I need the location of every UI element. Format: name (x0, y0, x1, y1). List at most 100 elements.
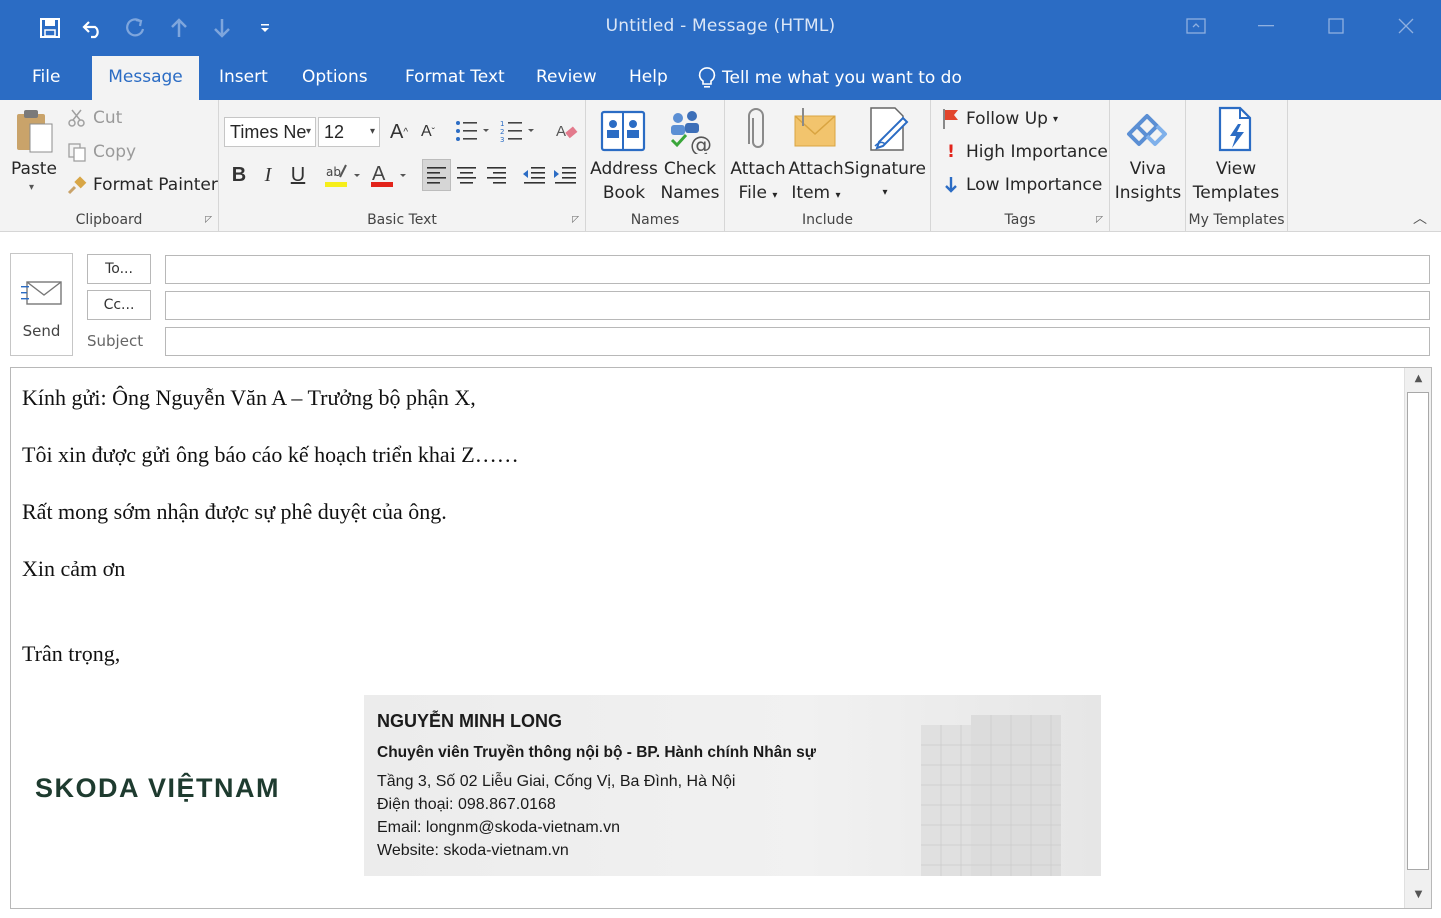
body-paragraph: Xin cảm ơn (22, 556, 126, 581)
paste-dropdown-icon[interactable]: ▾ (29, 182, 34, 193)
include-group: Attach File ▾ Attach Item ▾ Signature ▾ … (725, 100, 931, 232)
cut-button[interactable]: Cut (67, 108, 122, 128)
send-label: Send (22, 322, 61, 340)
body-paragraph: Trân trọng, (22, 641, 121, 666)
italic-button[interactable]: I (254, 161, 282, 189)
font-color-icon[interactable]: A (370, 161, 410, 193)
font-size-combo[interactable]: 12 ▾ (318, 117, 380, 147)
tab-file[interactable]: File (32, 56, 60, 100)
check-names-button[interactable]: Check Names (658, 157, 722, 205)
grow-font-button[interactable]: A ^ (385, 118, 413, 146)
increase-indent-icon[interactable] (552, 160, 579, 194)
body-paragraph: Tôi xin được gửi ông báo cáo kế hoạch tr… (22, 442, 519, 467)
cc-button[interactable]: Cc... (87, 290, 151, 320)
attach-item-line2: Item (791, 183, 831, 203)
high-importance-button[interactable]: ! High Importance (941, 142, 1108, 162)
attach-file-line2: File (738, 183, 767, 203)
ribbon-display-icon[interactable] (1161, 0, 1231, 52)
font-name-value: Times Ne (230, 122, 307, 142)
signature-button[interactable]: Signature ▾ (843, 157, 927, 205)
tab-review[interactable]: Review (536, 56, 597, 100)
copy-icon (68, 143, 86, 162)
format-painter-button[interactable]: Format Painter (67, 175, 218, 195)
to-field[interactable] (165, 255, 1430, 284)
tab-insert[interactable]: Insert (219, 56, 268, 100)
signature-email: Email: longnm@skoda-vietnam.vn (377, 819, 621, 836)
flag-icon (943, 109, 958, 129)
vertical-scrollbar[interactable]: ▲ ▼ (1404, 368, 1431, 908)
address-book-line2: Book (602, 183, 646, 203)
ribbon-tabs: File Message Insert Options Format Text … (0, 56, 1441, 101)
message-body[interactable]: Kính gửi: Ông Nguyễn Văn A – Trưởng bộ p… (10, 367, 1432, 909)
font-dropdown-icon[interactable]: ▾ (306, 118, 311, 146)
bullets-icon[interactable] (455, 119, 491, 147)
low-importance-label: Low Importance (966, 175, 1103, 195)
exclamation-icon: ! (947, 142, 955, 162)
format-painter-label: Format Painter (93, 175, 218, 195)
to-button[interactable]: To... (87, 254, 151, 284)
check-names-icon: @ (666, 108, 714, 158)
svg-text:A: A (372, 163, 386, 185)
signature-website: Website: skoda-vietnam.vn (377, 842, 569, 859)
clear-formatting-icon[interactable]: A (555, 119, 579, 147)
viva-group: Viva Insights (1110, 100, 1186, 232)
bold-button[interactable]: B (225, 161, 253, 189)
scroll-up-icon[interactable]: ▲ (1405, 368, 1432, 390)
signature-name: NGUYỄN MINH LONG (377, 711, 563, 731)
subject-field[interactable] (165, 327, 1430, 356)
close-icon[interactable] (1371, 0, 1441, 52)
send-envelope-icon (21, 281, 62, 305)
address-book-button[interactable]: Address Book (590, 157, 658, 205)
attach-item-button[interactable]: Attach Item ▾ (787, 157, 845, 208)
tab-help[interactable]: Help (629, 56, 668, 100)
signature-address: Tầng 3, Số 02 Liễu Giai, Cống Vị, Ba Đìn… (377, 773, 736, 790)
tab-format-text[interactable]: Format Text (405, 56, 505, 100)
svg-text:A: A (556, 123, 566, 140)
shrink-font-button[interactable]: Aˇ (414, 118, 442, 146)
scroll-down-icon[interactable]: ▼ (1405, 884, 1432, 906)
my-templates-group: View Templates My Templates (1186, 100, 1288, 232)
send-button[interactable]: Send (10, 253, 73, 356)
font-name-combo[interactable]: Times Ne ▾ (224, 117, 316, 147)
paste-button[interactable]: Paste (6, 157, 62, 181)
names-group-label: Names (630, 212, 680, 228)
ribbon: Paste ▾ Cut Copy Format Painter Clipboar… (0, 100, 1441, 232)
align-right-icon[interactable] (483, 160, 510, 194)
collapse-ribbon-icon[interactable]: ︿ (1413, 208, 1427, 228)
signature-logo: SKODA VIỆTNAM (35, 773, 281, 803)
title-bar: Untitled - Message (HTML) (0, 0, 1441, 56)
clipboard-group: Paste ▾ Cut Copy Format Painter Clipboar… (0, 100, 219, 232)
tab-message[interactable]: Message (92, 56, 199, 101)
viva-insights-icon (1124, 108, 1170, 158)
view-templates-line1: View (1215, 159, 1257, 179)
clipboard-launcher-icon[interactable]: ◸ (205, 215, 212, 225)
attach-file-button[interactable]: Attach File ▾ (729, 157, 787, 208)
basic-text-launcher-icon[interactable]: ◸ (572, 215, 579, 225)
minimize-icon[interactable] (1231, 0, 1301, 52)
tell-me-box[interactable]: Tell me what you want to do (698, 56, 962, 100)
scroll-thumb[interactable] (1407, 392, 1429, 870)
numbering-icon[interactable]: 123 (500, 119, 536, 147)
tab-options[interactable]: Options (302, 56, 368, 100)
cc-field[interactable] (165, 291, 1430, 320)
size-dropdown-icon[interactable]: ▾ (370, 118, 375, 146)
decrease-indent-icon[interactable] (521, 160, 548, 194)
copy-button[interactable]: Copy (67, 142, 136, 162)
viva-insights-button[interactable]: Viva Insights (1110, 157, 1186, 205)
tell-me-label: Tell me what you want to do (722, 68, 962, 88)
font-size-value: 12 (324, 122, 345, 142)
address-book-line1: Address (590, 159, 658, 179)
check-names-line2: Names (660, 183, 720, 203)
tags-launcher-icon[interactable]: ◸ (1096, 215, 1103, 225)
align-center-icon[interactable] (453, 160, 480, 194)
low-importance-button[interactable]: Low Importance (941, 175, 1102, 195)
svg-text:ab: ab (326, 165, 341, 179)
follow-up-button[interactable]: Follow Up ▾ (941, 108, 1058, 130)
maximize-icon[interactable] (1301, 0, 1371, 52)
align-left-icon[interactable] (422, 159, 451, 191)
underline-button[interactable]: U (284, 161, 312, 189)
names-group: Address Book @ Check Names Names (586, 100, 725, 232)
highlight-icon[interactable]: ab (324, 161, 364, 193)
view-templates-line2: Templates (1192, 183, 1280, 203)
view-templates-button[interactable]: View Templates (1186, 157, 1286, 205)
